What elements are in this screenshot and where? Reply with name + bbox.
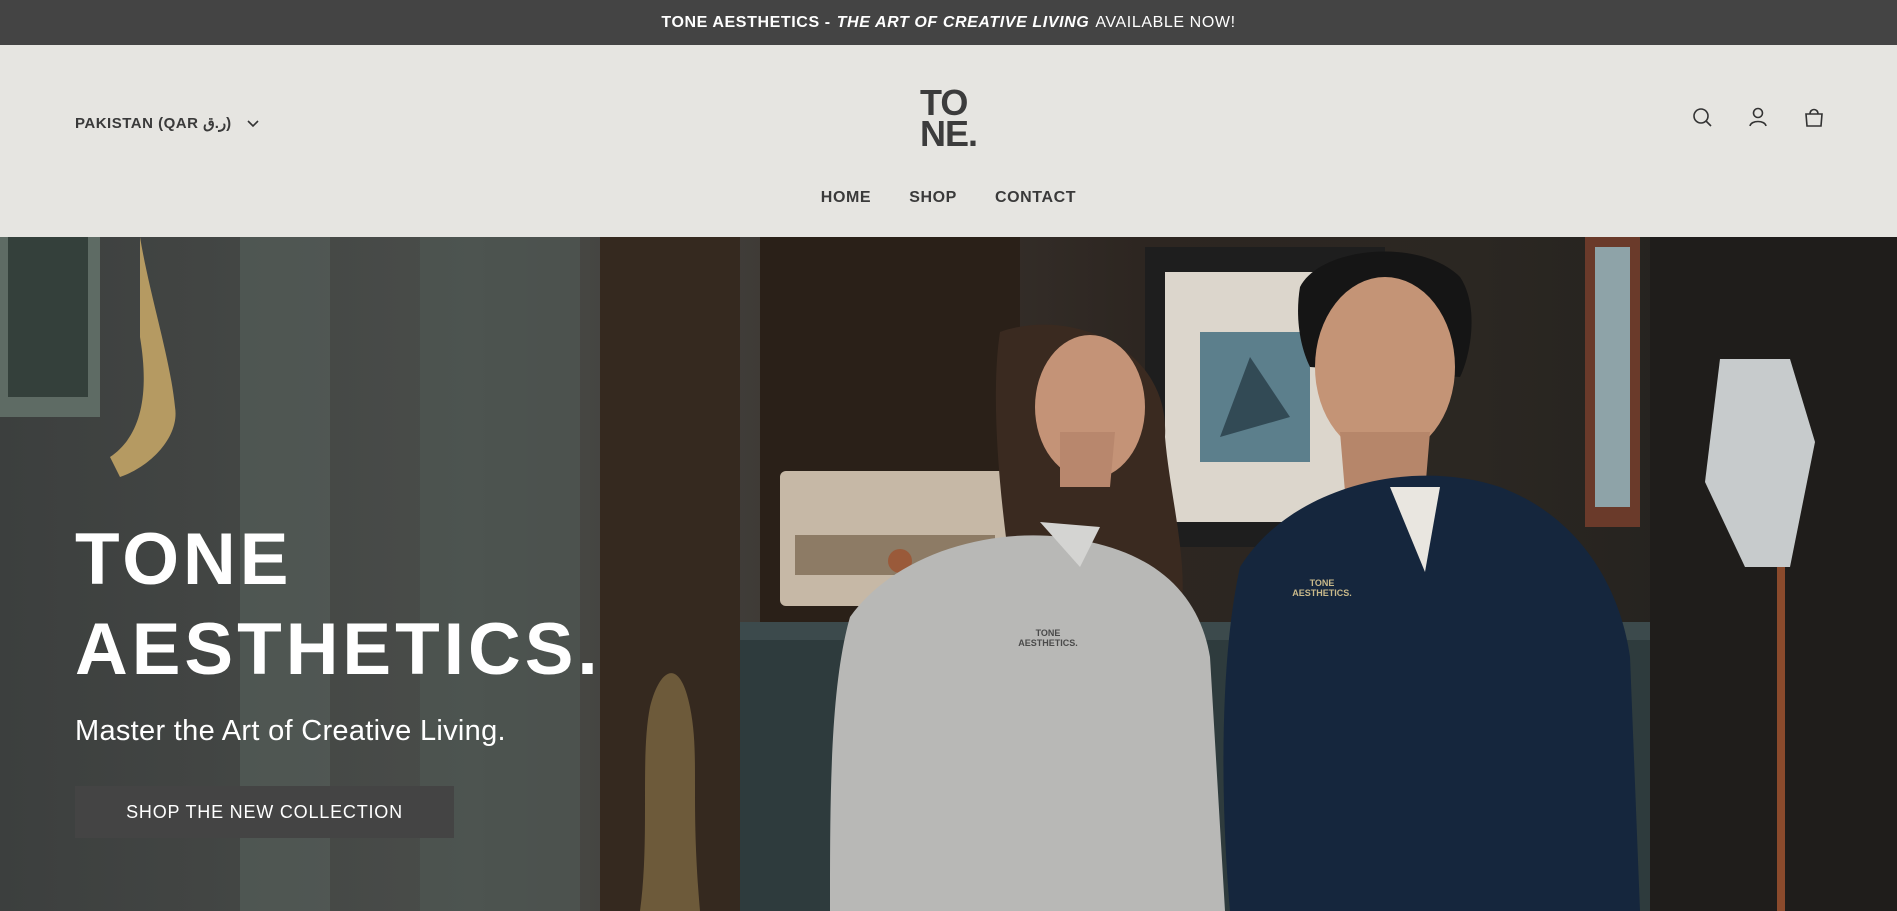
- announcement-tagline: THE ART OF CREATIVE LIVING: [836, 13, 1090, 31]
- announcement-brand: TONE AESTHETICS -: [661, 13, 831, 31]
- cart-icon[interactable]: [1803, 106, 1825, 128]
- hero-banner: TONE AESTHETICS. TONE AESTHETICS. TONE A…: [0, 237, 1897, 911]
- hero-subtitle: Master the Art of Creative Living.: [75, 715, 506, 747]
- header-icons: [1691, 106, 1825, 128]
- account-icon[interactable]: [1747, 106, 1769, 128]
- shop-collection-button[interactable]: SHOP THE NEW COLLECTION: [75, 786, 454, 838]
- announcement-availability: AVAILABLE NOW!: [1095, 13, 1236, 31]
- hero-title: TONE AESTHETICS.: [75, 515, 602, 695]
- nav-item-contact[interactable]: CONTACT: [995, 189, 1076, 207]
- nav-item-home[interactable]: HOME: [821, 189, 871, 207]
- search-icon[interactable]: [1691, 106, 1713, 128]
- sweater-print-woman: TONE AESTHETICS.: [1018, 628, 1078, 648]
- announcement-bar: TONE AESTHETICS - THE ART OF CREATIVE LI…: [0, 0, 1897, 45]
- main-nav: HOME SHOP CONTACT: [0, 189, 1897, 207]
- chevron-down-icon: [247, 120, 259, 128]
- country-selector-label: PAKISTAN (QAR ر.ق): [75, 115, 232, 132]
- sweater-print-man: TONE AESTHETICS.: [1292, 578, 1352, 598]
- nav-item-shop[interactable]: SHOP: [909, 189, 957, 207]
- logo-line-2: NE.: [920, 113, 978, 154]
- country-selector[interactable]: PAKISTAN (QAR ر.ق): [75, 110, 260, 136]
- site-logo[interactable]: TO NE.: [920, 85, 988, 154]
- hero-title-line-2: AESTHETICS.: [75, 609, 602, 690]
- hero-title-line-1: TONE: [75, 519, 293, 600]
- site-header: PAKISTAN (QAR ر.ق) TO NE. HOME SHOP CONT…: [0, 45, 1897, 237]
